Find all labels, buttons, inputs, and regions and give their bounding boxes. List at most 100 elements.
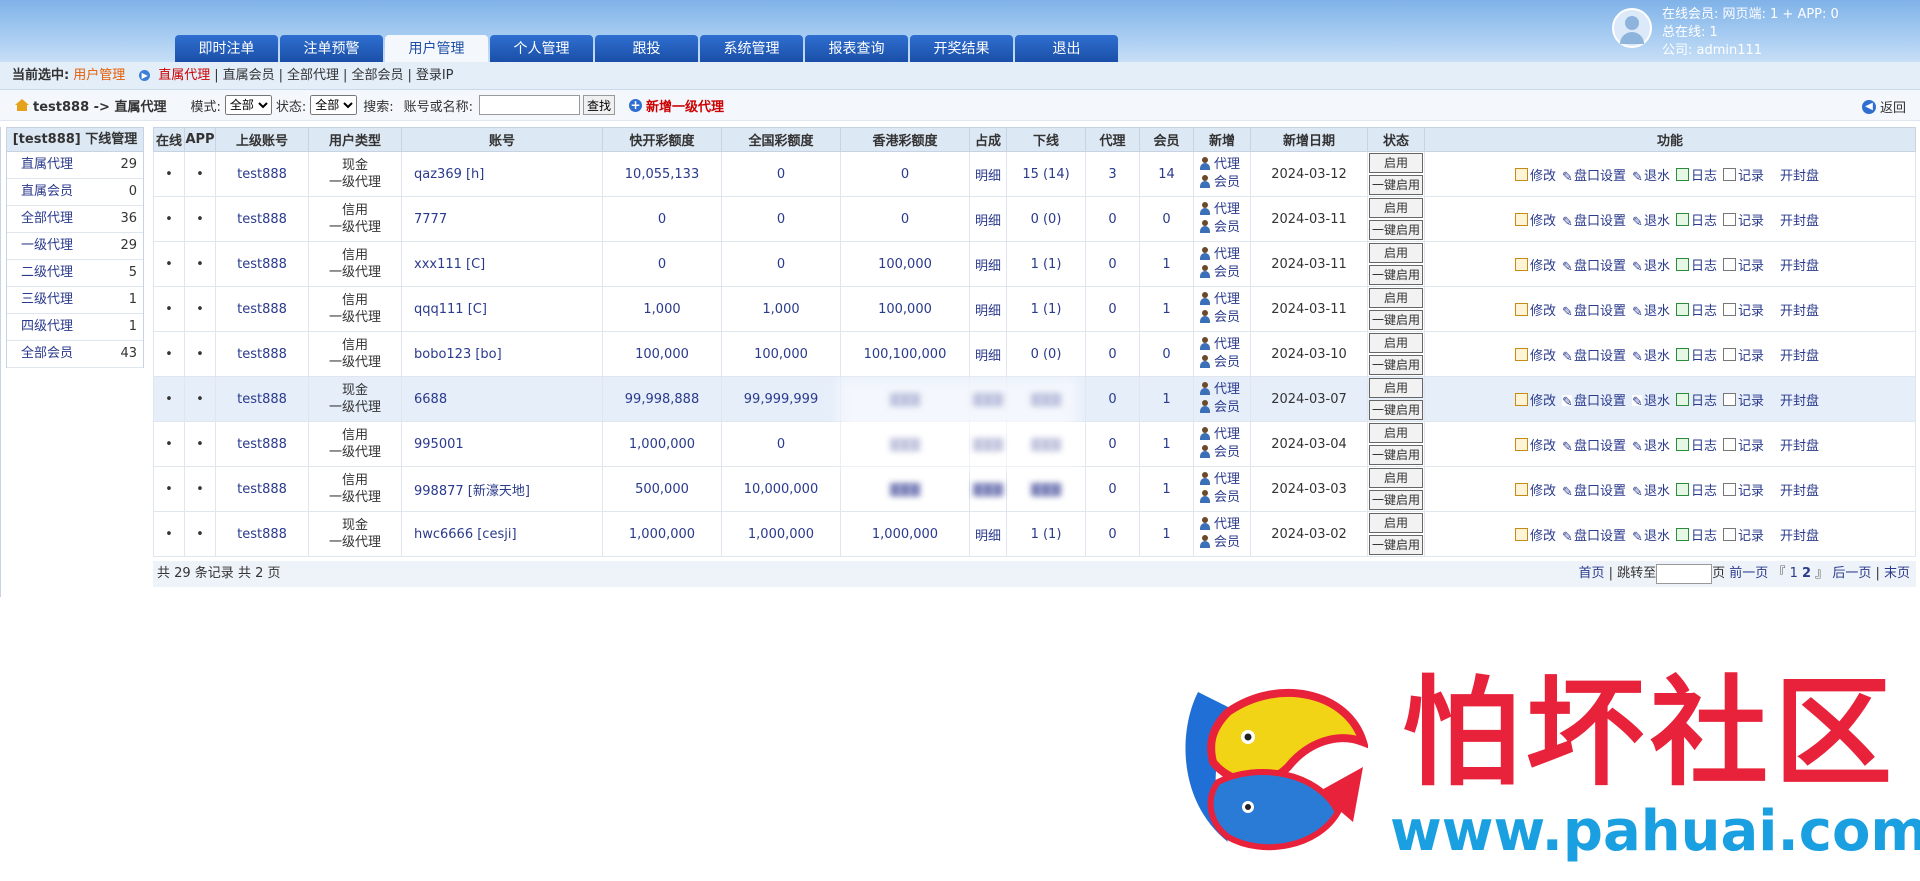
tab-system-management[interactable]: 系统管理: [700, 35, 803, 62]
func-label[interactable]: 退水: [1644, 214, 1670, 229]
func-rebate-link[interactable]: ✎退水: [1631, 259, 1670, 275]
enable-button[interactable]: 启用: [1369, 423, 1423, 443]
add-member-link[interactable]: 会员: [1199, 309, 1250, 327]
status-select[interactable]: 全部: [310, 95, 358, 115]
page-1-link[interactable]: 1: [1790, 566, 1798, 581]
func-rebate-link[interactable]: ✎退水: [1631, 439, 1670, 455]
func-record-link[interactable]: 记录: [1723, 167, 1764, 184]
func-log-link[interactable]: 日志: [1676, 167, 1717, 184]
func-rebate-link[interactable]: ✎退水: [1631, 349, 1670, 365]
func-record-link[interactable]: 记录: [1723, 212, 1764, 229]
func-label[interactable]: 记录: [1738, 259, 1764, 274]
tab-user-management[interactable]: 用户管理: [385, 35, 488, 62]
func-label[interactable]: 退水: [1644, 169, 1670, 184]
one-click-enable-button[interactable]: 一键启用: [1369, 265, 1423, 285]
parent-account[interactable]: test888: [215, 241, 309, 287]
add-agent-label[interactable]: 代理: [1214, 202, 1240, 217]
parent-account[interactable]: test888: [215, 511, 309, 557]
parent-account[interactable]: test888: [215, 151, 309, 197]
mode-select[interactable]: 全部: [224, 95, 272, 115]
link-all-agents[interactable]: 全部代理: [287, 62, 339, 89]
func-label[interactable]: 开封盘: [1780, 214, 1819, 229]
func-label[interactable]: 修改: [1530, 304, 1556, 319]
func-label[interactable]: 日志: [1691, 214, 1717, 229]
add-agent-link[interactable]: 代理: [1199, 381, 1250, 399]
add-member-link[interactable]: 会员: [1199, 174, 1250, 192]
func-edit-link[interactable]: 修改: [1514, 212, 1556, 229]
add-agent-label[interactable]: 代理: [1214, 337, 1240, 352]
member-count[interactable]: 1: [1139, 376, 1194, 422]
downline-count[interactable]: 1 (1): [1006, 286, 1086, 332]
func-label[interactable]: 开封盘: [1780, 304, 1819, 319]
func-open-close-link[interactable]: 开封盘: [1770, 394, 1819, 409]
add-agent-label[interactable]: 代理: [1214, 247, 1240, 262]
parent-account[interactable]: test888: [215, 421, 309, 467]
func-log-link[interactable]: 日志: [1676, 392, 1717, 409]
func-label[interactable]: 记录: [1738, 304, 1764, 319]
func-settings-link[interactable]: ✎盘口设置: [1561, 529, 1626, 545]
agent-count[interactable]: 0: [1085, 286, 1140, 332]
func-log-link[interactable]: 日志: [1676, 257, 1717, 274]
func-label[interactable]: 盘口设置: [1574, 529, 1626, 544]
add-member-label[interactable]: 会员: [1214, 445, 1240, 460]
func-record-link[interactable]: 记录: [1723, 392, 1764, 409]
func-edit-link[interactable]: 修改: [1514, 302, 1556, 319]
add-agent-link[interactable]: 代理: [1199, 156, 1250, 174]
prev-page-link[interactable]: 前一页: [1729, 566, 1768, 581]
parent-account[interactable]: test888: [215, 196, 309, 242]
tab-instant-orders[interactable]: 即时注单: [175, 35, 278, 62]
func-edit-link[interactable]: 修改: [1514, 482, 1556, 499]
add-agent-label[interactable]: 代理: [1214, 157, 1240, 172]
breadcrumb-current[interactable]: 直属代理: [158, 62, 210, 89]
func-record-link[interactable]: 记录: [1723, 257, 1764, 274]
func-settings-link[interactable]: ✎盘口设置: [1561, 304, 1626, 320]
account-link[interactable]: qaz369 [h]: [401, 151, 603, 197]
func-open-close-link[interactable]: 开封盘: [1770, 529, 1819, 544]
one-click-enable-button[interactable]: 一键启用: [1369, 535, 1423, 555]
sidebar-item-label[interactable]: 三级代理: [21, 287, 73, 313]
add-agent-label[interactable]: 代理: [1214, 427, 1240, 442]
next-page-link[interactable]: 后一页: [1832, 566, 1871, 581]
func-edit-link[interactable]: 修改: [1514, 437, 1556, 454]
func-edit-link[interactable]: 修改: [1514, 392, 1556, 409]
enable-button[interactable]: 启用: [1369, 333, 1423, 353]
add-member-link[interactable]: 会员: [1199, 219, 1250, 237]
func-settings-link[interactable]: ✎盘口设置: [1561, 349, 1626, 365]
func-rebate-link[interactable]: ✎退水: [1631, 304, 1670, 320]
one-click-enable-button[interactable]: 一键启用: [1369, 490, 1423, 510]
func-edit-link[interactable]: 修改: [1514, 347, 1556, 364]
func-label[interactable]: 记录: [1738, 349, 1764, 364]
func-label[interactable]: 记录: [1738, 394, 1764, 409]
add-member-label[interactable]: 会员: [1214, 535, 1240, 550]
one-click-enable-button[interactable]: 一键启用: [1369, 220, 1423, 240]
add-agent-link[interactable]: 代理: [1199, 246, 1250, 264]
func-log-link[interactable]: 日志: [1676, 437, 1717, 454]
func-edit-link[interactable]: 修改: [1514, 527, 1556, 544]
member-count[interactable]: 1: [1139, 286, 1194, 332]
sidebar-item-direct-agents[interactable]: 直属代理 29: [7, 152, 143, 179]
func-label[interactable]: 修改: [1530, 169, 1556, 184]
func-label[interactable]: 日志: [1691, 259, 1717, 274]
add-member-label[interactable]: 会员: [1214, 400, 1240, 415]
add-member-label[interactable]: 会员: [1214, 490, 1240, 505]
func-rebate-link[interactable]: ✎退水: [1631, 169, 1670, 185]
agent-count[interactable]: 0: [1085, 466, 1140, 512]
tab-follow-bet[interactable]: 跟投: [595, 35, 698, 62]
func-record-link[interactable]: 记录: [1723, 347, 1764, 364]
enable-button[interactable]: 启用: [1369, 468, 1423, 488]
func-label[interactable]: 日志: [1691, 349, 1717, 364]
func-label[interactable]: 退水: [1644, 529, 1670, 544]
share-detail-link[interactable]: 明细: [969, 151, 1007, 197]
func-label[interactable]: 记录: [1738, 214, 1764, 229]
tab-logout[interactable]: 退出: [1015, 35, 1118, 62]
downline-count[interactable]: 15 (14): [1006, 151, 1086, 197]
add-agent-label[interactable]: 代理: [1214, 517, 1240, 532]
func-label[interactable]: 退水: [1644, 394, 1670, 409]
sidebar-item-label[interactable]: 二级代理: [21, 260, 73, 286]
func-settings-link[interactable]: ✎盘口设置: [1561, 214, 1626, 230]
downline-count[interactable]: 1 (1): [1006, 511, 1086, 557]
add-member-link[interactable]: 会员: [1199, 264, 1250, 282]
func-record-link[interactable]: 记录: [1723, 527, 1764, 544]
enable-button[interactable]: 启用: [1369, 243, 1423, 263]
share-detail-link[interactable]: ▇▇▇: [969, 466, 1007, 512]
